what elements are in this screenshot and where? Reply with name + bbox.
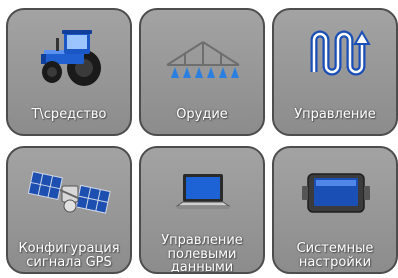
- steering-path-icon: [274, 10, 396, 94]
- tile-implement-label: Орудие: [176, 107, 228, 122]
- tile-gps-config-label: Конфигурация сигнала GPS: [8, 242, 130, 269]
- tile-field-data-label: Управление полевыми данными: [141, 233, 263, 274]
- tile-system-settings[interactable]: Системные настройки: [272, 146, 398, 274]
- tile-gps-config[interactable]: Конфигурация сигнала GPS: [6, 146, 132, 274]
- tile-field-data[interactable]: Управление полевыми данными: [139, 146, 265, 274]
- tile-system-settings-label-text: Системные настройки: [296, 241, 374, 270]
- tile-implement[interactable]: Орудие: [139, 8, 265, 136]
- gps-satellite-icon: [8, 148, 130, 232]
- laptop-icon: [141, 148, 263, 232]
- sprayer-boom-icon: [141, 10, 263, 94]
- tile-vehicle-label: Т\средство: [31, 107, 107, 122]
- tile-gps-config-label-text: Конфигурация сигнала GPS: [18, 241, 120, 270]
- tile-field-data-label-text: Управление полевыми данными: [161, 233, 243, 274]
- tile-guidance[interactable]: Управление: [272, 8, 398, 136]
- tile-guidance-label: Управление: [294, 107, 376, 122]
- tile-vehicle[interactable]: Т\средство: [6, 8, 132, 136]
- display-terminal-icon: [274, 148, 396, 232]
- tractor-icon: [8, 10, 130, 94]
- tile-system-settings-label: Системные настройки: [274, 242, 396, 269]
